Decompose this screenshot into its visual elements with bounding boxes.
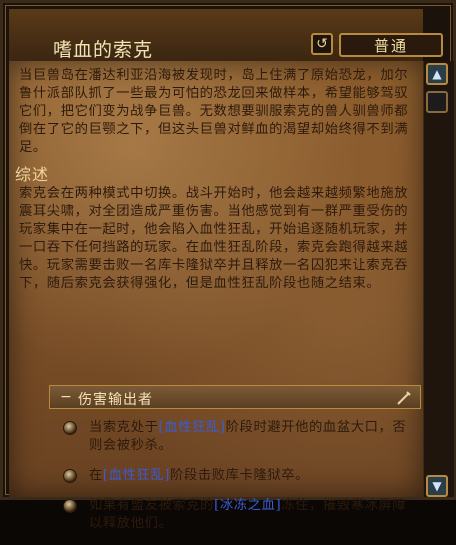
scroll-down-button[interactable]: ▼ xyxy=(426,475,448,497)
bullet-list: 当索克处于[血性狂乱]阶段时避开他的血盆大口，否则会被秒杀。 在[血性狂乱]阶段… xyxy=(63,419,419,545)
scroll-thumb[interactable] xyxy=(426,91,448,113)
bullet-icon xyxy=(63,421,77,435)
encounter-journal-window: 嗜血的索克 ↺ 普通 当巨兽岛在潘达利亚沿海被发现时，岛上住满了原始恐龙，加尔鲁… xyxy=(0,0,456,531)
spell-link[interactable]: [冰冻之血] xyxy=(214,498,281,513)
overview-heading: 综述 xyxy=(15,165,50,184)
reset-button[interactable]: ↺ xyxy=(311,33,333,55)
sword-icon xyxy=(396,388,414,406)
spell-link[interactable]: [血性狂乱] xyxy=(158,420,225,435)
list-item: 如果有盟友被索克的[冰冻之血]冻住，摧毁寒冰屏障以释放他们。 xyxy=(63,497,419,533)
content-panel: 当巨兽岛在潘达利亚沿海被发现时，岛上住满了原始恐龙，加尔鲁什派部队抓了一些最为可… xyxy=(9,61,423,531)
bullet-icon xyxy=(63,499,77,513)
scroll-down-icon: ▼ xyxy=(432,479,442,493)
reset-icon: ↺ xyxy=(316,36,328,52)
section-label: 伤害输出者 xyxy=(78,392,153,408)
list-item: 在[血性狂乱]阶段击败库卡隆狱卒。 xyxy=(63,467,419,485)
page-title: 嗜血的索克 xyxy=(53,39,154,61)
header: 嗜血的索克 ↺ 普通 xyxy=(9,9,443,63)
scroll-up-icon: ▲ xyxy=(432,67,442,81)
bullet-icon xyxy=(63,469,77,483)
spell-link[interactable]: [血性狂乱] xyxy=(103,468,170,483)
scrollbar[interactable]: ▲ ▼ xyxy=(423,61,454,497)
minus-icon: − xyxy=(60,389,72,405)
list-item: 当索克处于[血性狂乱]阶段时避开他的血盆大口，否则会被秒杀。 xyxy=(63,419,419,455)
section-header-damage-dealers[interactable]: − 伤害输出者 xyxy=(49,385,421,409)
difficulty-label: 普通 xyxy=(373,36,408,55)
scroll-up-button[interactable]: ▲ xyxy=(426,63,448,85)
overview-text: 索克会在两种模式中切换。战斗开始时，他会越来越频繁地施放震耳尖啸，对全团造成严重… xyxy=(19,186,409,291)
difficulty-dropdown[interactable]: 普通 xyxy=(339,33,443,57)
intro-text: 当巨兽岛在潘达利亚沿海被发现时，岛上住满了原始恐龙，加尔鲁什派部队抓了一些最为可… xyxy=(19,68,409,155)
